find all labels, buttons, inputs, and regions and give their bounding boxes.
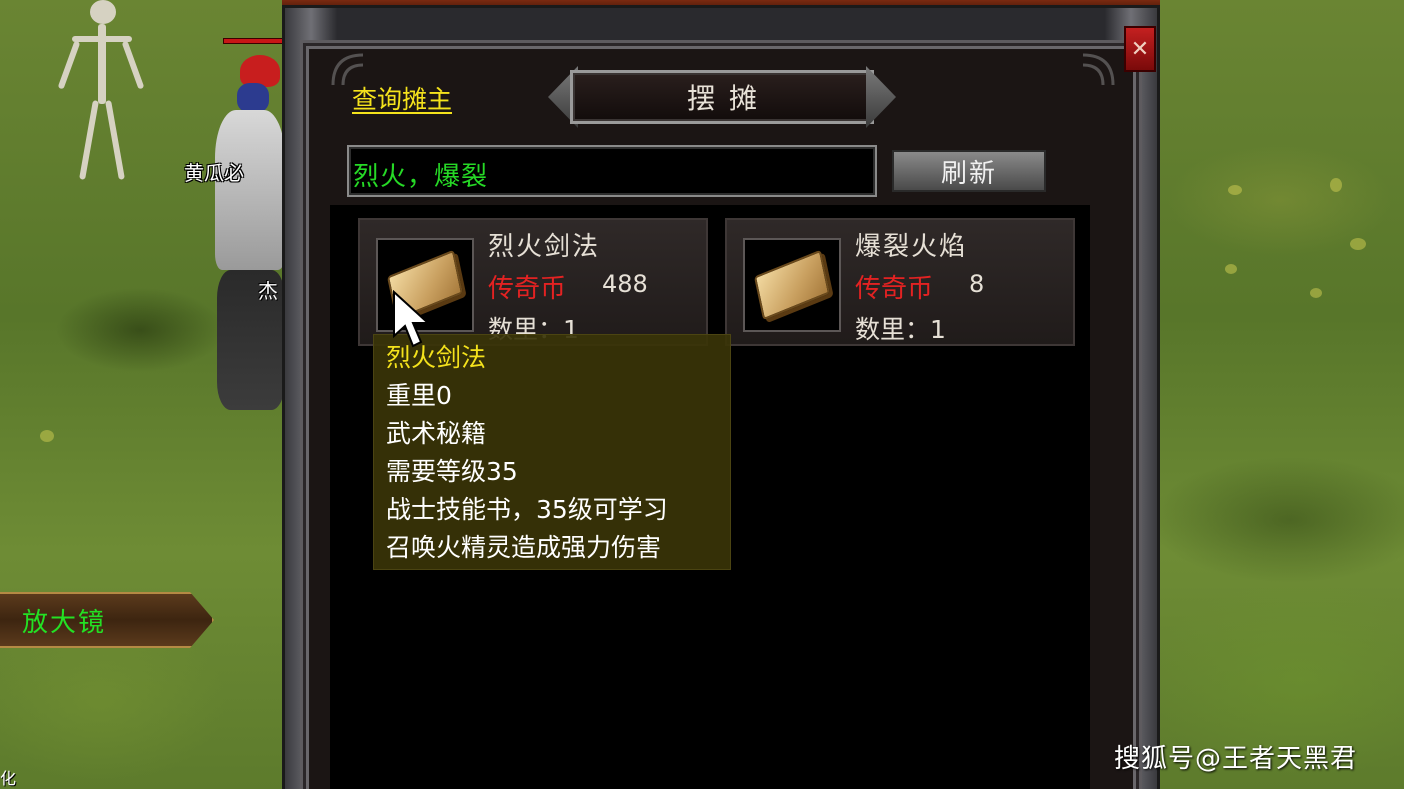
player-name-label: 化 xyxy=(0,769,17,788)
item-quantity: 数里：1 xyxy=(855,315,946,344)
character-hat xyxy=(240,55,280,87)
tooltip-line: 需要等级35 xyxy=(386,457,518,486)
grass-flower xyxy=(1225,264,1237,274)
skeleton-monster[interactable] xyxy=(57,0,145,180)
magnifier-button[interactable]: 放大镜 xyxy=(0,592,214,648)
close-icon: ✕ xyxy=(1130,36,1150,62)
window-title: 摆摊 xyxy=(686,82,771,115)
player-name-label: 黄瓜必 xyxy=(184,161,244,185)
grass-flower xyxy=(1310,288,1322,298)
tooltip-line: 重里0 xyxy=(386,381,452,410)
item-name: 烈火剑法 xyxy=(488,232,601,262)
tooltip-line: 召唤火精灵造成强力伤害 xyxy=(386,533,662,562)
watermark: 搜狐号@王者天黑君 xyxy=(1114,744,1358,774)
search-input[interactable]: 烈火，爆裂 xyxy=(347,145,877,197)
character-body xyxy=(215,110,285,270)
player-name-label: 杰 xyxy=(258,279,278,303)
item-card[interactable]: 爆裂火焰 传奇币 8 数里：1 xyxy=(725,218,1075,346)
item-name: 爆裂火焰 xyxy=(855,232,968,262)
character-face xyxy=(237,83,269,113)
item-currency: 传奇币 xyxy=(488,274,567,304)
mouse-cursor-icon xyxy=(393,290,431,348)
close-button[interactable]: ✕ xyxy=(1124,26,1156,72)
grass-flower xyxy=(1330,178,1342,192)
corner-ornament-icon xyxy=(1082,53,1115,86)
grass-flower xyxy=(40,430,54,442)
query-stall-owner-link[interactable]: 查询摊主 xyxy=(352,80,452,116)
grass-flower xyxy=(1350,238,1366,250)
item-slot[interactable] xyxy=(743,238,841,332)
grass-flower xyxy=(1228,185,1242,195)
refresh-button[interactable]: 刷新 xyxy=(892,150,1046,192)
player-character[interactable] xyxy=(205,38,293,410)
tooltip-line: 武术秘籍 xyxy=(386,419,487,448)
window-title-plate: 摆摊 xyxy=(548,66,896,128)
title-plate-body: 摆摊 xyxy=(570,70,874,124)
item-price: 488 xyxy=(602,270,648,298)
magnifier-label: 放大镜 xyxy=(22,607,107,638)
item-currency: 传奇币 xyxy=(855,274,934,304)
skill-book-icon xyxy=(753,249,831,321)
tooltip-line: 战士技能书，35级可学习 xyxy=(386,495,668,524)
item-price: 8 xyxy=(969,270,985,298)
title-cap-right xyxy=(866,66,896,128)
item-tooltip: 烈火剑法 重里0 武术秘籍 需要等级35 战士技能书，35级可学习 召唤火精灵造… xyxy=(373,334,731,570)
